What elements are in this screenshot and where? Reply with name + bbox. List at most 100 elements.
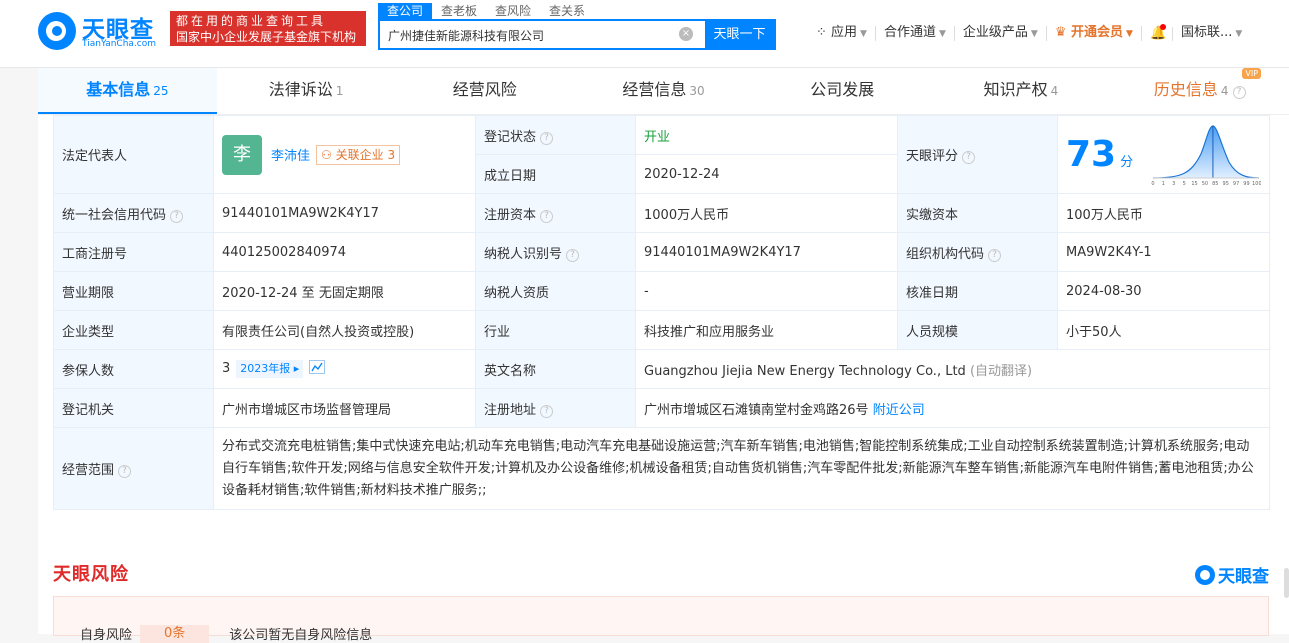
found-date-label: 成立日期	[475, 154, 636, 194]
search-button[interactable]: 天眼一下	[705, 21, 774, 48]
tianyancha-mini-logo: 天眼查	[1195, 562, 1269, 587]
related-companies-button[interactable]: ⚇ 关联企业 3	[316, 144, 401, 165]
search-box: 广州捷佳新能源科技有限公司 × 天眼一下	[378, 19, 776, 50]
reg-status-value: 开业	[635, 115, 898, 155]
slogan-banner: 都在用的商业查询工具 国家中小企业发展子基金旗下机构	[170, 11, 366, 46]
tab-label: 法律诉讼	[268, 80, 333, 99]
help-icon[interactable]: ?	[988, 248, 1002, 262]
tab-operation-info[interactable]: 经营信息 30	[574, 68, 753, 114]
authority-label: 登记机关	[53, 388, 214, 428]
help-icon[interactable]: ?	[118, 465, 132, 478]
term-label: 营业期限	[53, 271, 214, 311]
score-tick-label: 97	[1233, 180, 1239, 185]
staff-size-value: 小于50人	[1057, 310, 1270, 350]
credit-code-value: 91440101MA9W2K4Y17	[213, 193, 476, 233]
tab-label: 历史信息	[1153, 80, 1218, 99]
avatar[interactable]: 李	[222, 134, 262, 175]
search-input[interactable]: 广州捷佳新能源科技有限公司	[388, 27, 544, 44]
search-tab-relation[interactable]: 查关系	[540, 3, 594, 19]
tab-count: 4	[1050, 84, 1059, 98]
help-icon[interactable]: ?	[540, 404, 554, 418]
tax-qual-label: 纳税人资质	[475, 271, 636, 311]
nav-notification[interactable]: 🔔	[1142, 23, 1173, 41]
score-tick-label: 50	[1202, 180, 1208, 185]
score-tick-label: 100	[1252, 180, 1261, 185]
search-type-tabs: 查公司 查老板 查风险 查关系	[378, 3, 594, 19]
main-panel: 基本信息 25 法律诉讼 1 经营风险 经营信息 30 公司发展 知识产权 4 VIP 历…	[38, 68, 1289, 643]
score-tick-label: 3	[1172, 180, 1175, 185]
nav-vip[interactable]: ♛ 开通会员 ▼	[1047, 26, 1142, 41]
address-label: 注册地址?	[475, 388, 636, 428]
help-icon[interactable]: ?	[540, 209, 554, 223]
reg-capital-label: 注册资本?	[475, 193, 636, 233]
tab-label: 经营信息	[622, 80, 687, 99]
nearby-companies-link[interactable]: 附近公司	[873, 403, 925, 418]
help-icon[interactable]: ?	[1232, 86, 1246, 99]
tab-count: 4	[1220, 84, 1229, 98]
legal-rep-name[interactable]: 李沛佳	[271, 145, 310, 164]
help-icon[interactable]: ?	[170, 209, 184, 223]
industry-label: 行业	[475, 310, 636, 350]
score-tick-label: 85	[1212, 180, 1218, 185]
credit-code-label-text: 统一社会信用代码	[62, 207, 167, 223]
top-nav: ⁘ 应用 ▼ 合作通道 ▼ 企业级产品 ▼ ♛ 开通会员 ▼ 🔔 国标联... ▼	[808, 23, 1250, 41]
industry-value: 科技推广和应用服务业	[635, 310, 898, 350]
company-info-table: 法定代表人 李 李沛佳 ⚇ 关联企业 3 登记状态? 开业 天眼评分? 73 分	[53, 115, 1270, 510]
org-code-label: 组织机构代码?	[897, 232, 1058, 272]
address-value: 广州市增城区石滩镇南堂村金鸡路26号	[644, 402, 869, 418]
trend-chart-icon[interactable]	[309, 360, 326, 374]
clear-icon[interactable]: ×	[679, 27, 693, 41]
tianyancha-logo[interactable]: 天眼查 TianYanCha.com	[38, 10, 164, 50]
tab-count: 30	[689, 84, 705, 98]
scrollbar[interactable]	[1284, 568, 1289, 598]
help-icon[interactable]: ?	[962, 151, 976, 164]
approve-date-label: 核准日期	[897, 271, 1058, 311]
authority-value: 广州市增城区市场监督管理局	[213, 388, 476, 428]
tab-ip[interactable]: 知识产权 4	[932, 68, 1111, 114]
taxpayer-id-label-text: 纳税人识别号	[484, 246, 563, 262]
paid-capital-value: 100万人民币	[1057, 193, 1270, 233]
tab-label: 基本信息	[86, 80, 151, 99]
nav-partner[interactable]: 合作通道 ▼	[876, 26, 955, 41]
nav-apps-label: 应用	[831, 25, 858, 40]
eye-logo-icon	[38, 12, 76, 50]
nav-vip-label: 开通会员	[1071, 25, 1124, 40]
chevron-down-icon: ▼	[938, 29, 946, 39]
tab-history[interactable]: VIP 历史信息 4?	[1110, 68, 1289, 114]
auto-translate-note: (自动翻译)	[969, 363, 1033, 379]
related-count: 3	[387, 147, 396, 162]
grid-icon: ⁘	[816, 25, 832, 40]
scope-label-text: 经营范围	[62, 463, 115, 478]
score-distribution-chart: 0 1 3 5 15 50 85 95 97 99 100	[1152, 124, 1261, 186]
tab-count: 25	[153, 84, 169, 98]
chevron-down-icon: ▼	[1030, 29, 1038, 39]
notification-dot	[1159, 23, 1166, 30]
nav-enterprise-label: 企业级产品	[962, 25, 1028, 40]
search-tab-risk[interactable]: 查风险	[486, 3, 540, 19]
nav-apps[interactable]: ⁘ 应用 ▼	[808, 26, 876, 41]
crown-icon: ♛	[1054, 25, 1072, 40]
reg-capital-label-text: 注册资本	[484, 207, 537, 223]
vip-badge: VIP	[1242, 68, 1262, 79]
nav-user[interactable]: 国标联... ▼	[1173, 26, 1250, 41]
help-icon[interactable]: ?	[566, 248, 580, 262]
score-cell: 73 分 0 1 3 5 15 50 85 95 97 99 100	[1057, 115, 1270, 194]
insured-value: 3	[222, 361, 231, 376]
legal-rep-label: 法定代表人	[53, 115, 214, 194]
en-name-value: Guangzhou Jiejia New Energy Technology C…	[644, 363, 966, 379]
taxpayer-id-label: 纳税人识别号?	[475, 232, 636, 272]
tab-operation-risk[interactable]: 经营风险	[395, 68, 574, 114]
search-tab-boss[interactable]: 查老板	[432, 3, 486, 19]
address-label-text: 注册地址	[484, 402, 537, 418]
tab-development[interactable]: 公司发展	[753, 68, 932, 114]
search-tab-company[interactable]: 查公司	[378, 3, 433, 19]
tab-legal[interactable]: 法律诉讼 1	[217, 68, 396, 114]
tab-basic-info[interactable]: 基本信息 25	[38, 68, 217, 114]
help-icon[interactable]: ?	[540, 131, 554, 145]
header: 天眼查 TianYanCha.com 都在用的商业查询工具 国家中小企业发展子基…	[0, 0, 1289, 68]
score-tick-label: 15	[1192, 180, 1198, 185]
score-label: 天眼评分?	[897, 115, 1058, 194]
nav-enterprise[interactable]: 企业级产品 ▼	[955, 26, 1047, 41]
score-tick-label: 95	[1223, 180, 1229, 185]
annual-report-tag[interactable]: 2023年报 ▸	[236, 360, 304, 378]
